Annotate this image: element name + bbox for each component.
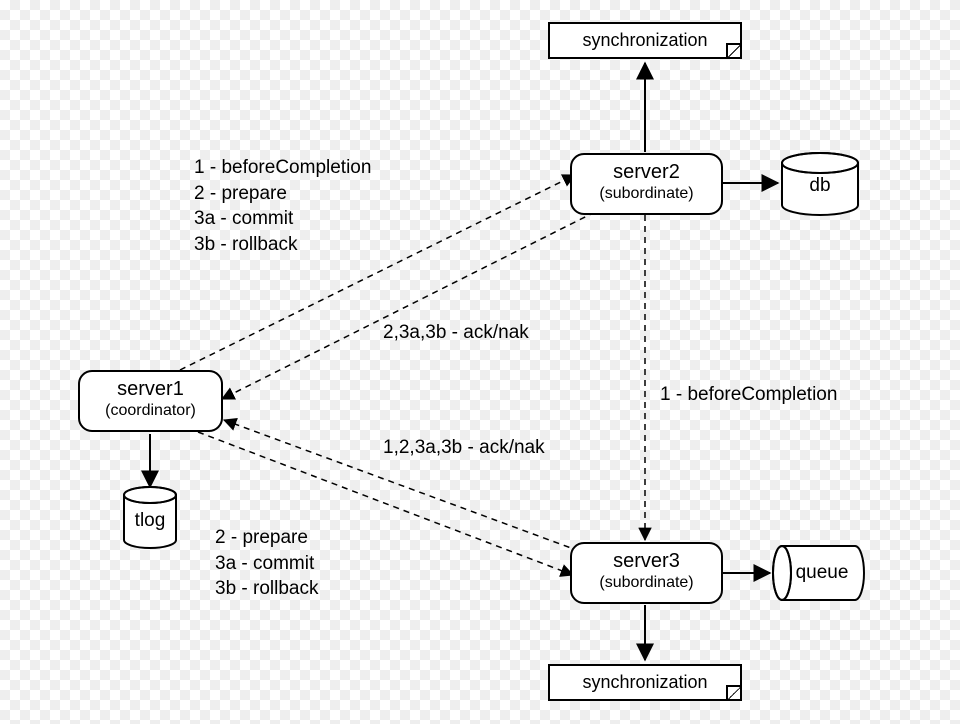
server1-title: server1 [84,378,217,400]
label-s2-s3: 1 - beforeCompletion [660,382,837,408]
sync-note-top-label: synchronization [582,30,707,50]
label-s3-s1-ack: 1,2,3a,3b - ack/nak [383,435,545,461]
server3-sub: (subordinate) [576,574,717,592]
server2-sub: (subordinate) [576,185,717,203]
diagram-svg [0,0,960,724]
sync-note-bottom: synchronization [548,664,742,701]
server3-node: server3 (subordinate) [570,542,723,604]
db-label: db [807,175,833,197]
label-s1-s3-cmds: 2 - prepare 3a - commit 3b - rollback [215,525,319,602]
sync-note-top: synchronization [548,22,742,59]
tlog-label: tlog [132,510,168,532]
server2-node: server2 (subordinate) [570,153,723,215]
server3-title: server3 [576,550,717,572]
sync-note-bottom-label: synchronization [582,672,707,692]
server2-title: server2 [576,161,717,183]
label-s1-s2: 1 - beforeCompletion 2 - prepare 3a - co… [194,155,371,258]
queue-label: queue [792,562,852,584]
server1-sub: (coordinator) [84,402,217,420]
label-s2-s1: 2,3a,3b - ack/nak [383,320,529,346]
server1-node: server1 (coordinator) [78,370,223,432]
